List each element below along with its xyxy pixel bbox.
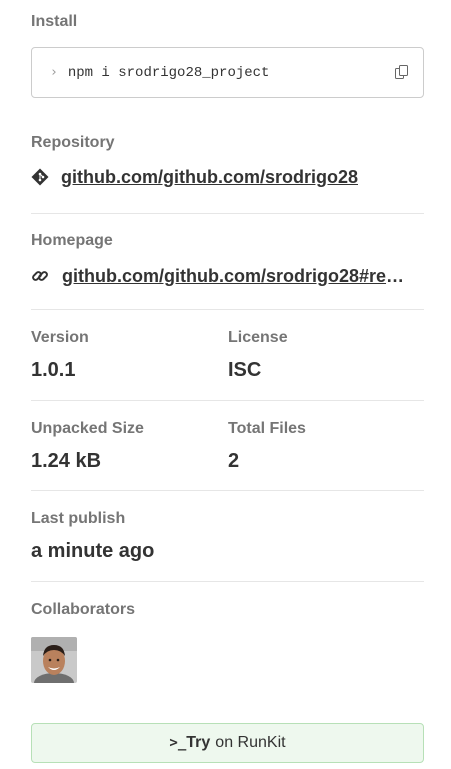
git-icon [31, 168, 49, 186]
version-value: 1.0.1 [31, 359, 76, 381]
runkit-on-label: on RunKit [215, 734, 286, 751]
divider [31, 213, 424, 214]
terminal-prompt-icon: >_ [169, 735, 187, 751]
homepage-label: Homepage [31, 232, 113, 249]
install-command-box[interactable]: › npm i srodrigo28_project [31, 47, 424, 98]
repository-link-row[interactable]: github.com/github.com/srodrigo28 [31, 165, 358, 189]
homepage-link-row[interactable]: github.com/github.com/srodrigo28#readme [31, 264, 424, 288]
license-label: License [228, 329, 288, 346]
collaborators-label: Collaborators [31, 601, 136, 618]
repository-link[interactable]: github.com/github.com/srodrigo28 [61, 165, 358, 189]
version-label: Version [31, 329, 89, 346]
last-publish-label: Last publish [31, 510, 126, 527]
divider [31, 490, 424, 491]
unpacked-size-value: 1.24 kB [31, 450, 102, 472]
link-icon [31, 267, 49, 285]
homepage-link[interactable]: github.com/github.com/srodrigo28#readme [62, 264, 408, 288]
last-publish-value: a minute ago [31, 540, 155, 562]
copy-icon[interactable] [395, 64, 409, 81]
chevron-right-icon: › [50, 65, 58, 80]
license-value: ISC [228, 359, 262, 381]
divider [31, 309, 424, 310]
total-files-label: Total Files [228, 420, 306, 437]
install-command[interactable]: npm i srodrigo28_project [68, 65, 387, 81]
total-files-value: 2 [228, 450, 240, 472]
repository-label: Repository [31, 134, 115, 151]
try-on-runkit-button[interactable]: >_ Try on RunKit [31, 723, 424, 763]
user-avatar[interactable] [31, 637, 77, 683]
divider [31, 400, 424, 401]
divider [31, 581, 424, 582]
install-label: Install [31, 13, 78, 30]
unpacked-size-label: Unpacked Size [31, 420, 144, 437]
runkit-try-label: Try [186, 734, 211, 751]
